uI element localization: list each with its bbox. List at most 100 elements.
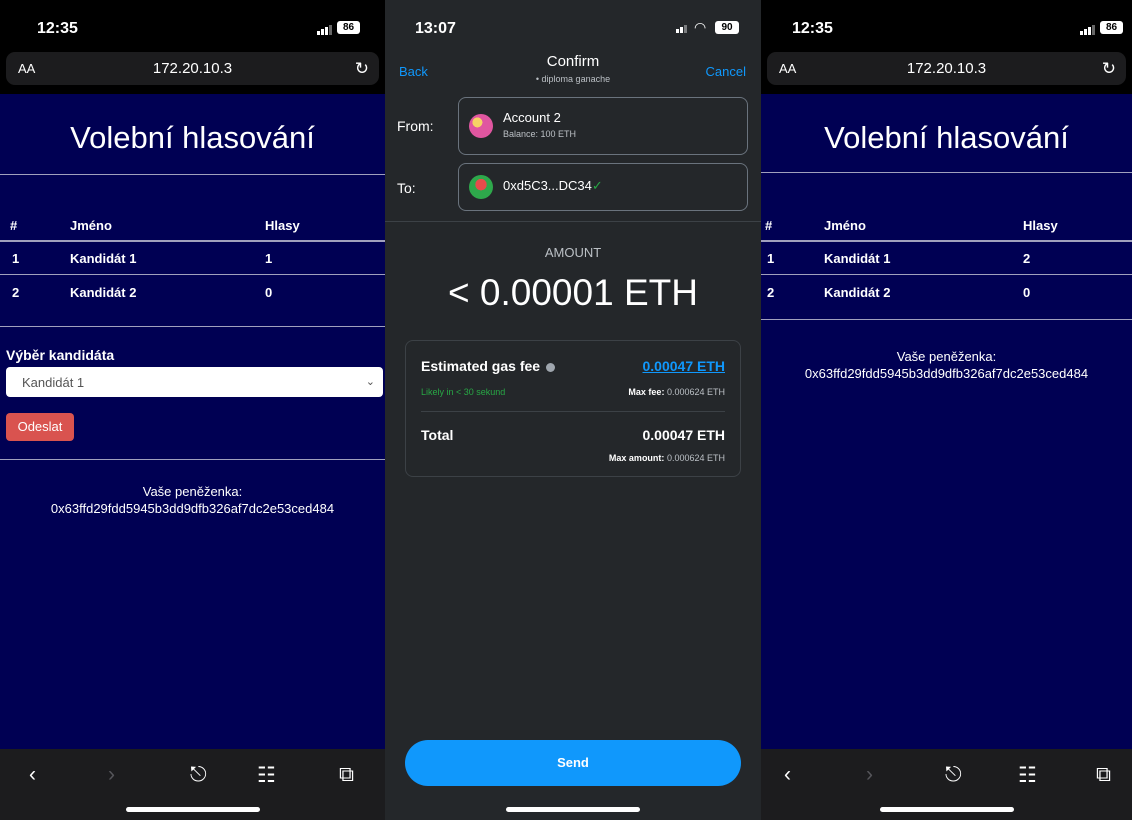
browser-toolbar: ‹ › ⎋ ☷ ⧉ — [0, 749, 385, 820]
gas-fee-title: Estimated gas fee — [421, 358, 555, 374]
wallet-label: Vaše peněženka: — [142, 484, 243, 499]
signal-icon — [317, 25, 332, 35]
wallet-address: 0x63ffd29fdd5945b3dd9dfb326af7dc2e53ced4… — [804, 366, 1089, 381]
url-text: 172.20.10.3 — [152, 60, 233, 77]
back-icon[interactable]: ‹ — [784, 763, 791, 787]
divider — [0, 274, 385, 275]
table-cell-votes: 0 — [265, 285, 273, 300]
signal-icon — [1080, 25, 1095, 35]
amount-label: AMOUNT — [544, 245, 602, 260]
table-cell-name: Kandidát 2 — [824, 285, 891, 300]
share-icon[interactable]: ⎋ — [945, 763, 962, 787]
status-bar: 12:35 86 — [0, 0, 385, 46]
max-fee: Max fee: 0.000624 ETH — [628, 387, 725, 397]
status-time: 13:07 — [415, 20, 456, 37]
to-address-card[interactable]: 0xd5C3...DC34✓ — [458, 163, 748, 211]
divider — [0, 459, 385, 460]
submit-button[interactable]: Odeslat — [6, 413, 74, 441]
right-phone-screen: 12:35 86 AA 172.20.10.3 ↻ Volební hlasov… — [761, 0, 1132, 820]
reload-icon[interactable]: ↻ — [355, 59, 369, 79]
divider — [761, 274, 1132, 275]
back-icon[interactable]: ‹ — [29, 763, 36, 787]
table-cell-number: 1 — [12, 251, 20, 266]
battery-icon: 86 — [1100, 21, 1123, 34]
forward-icon[interactable]: › — [108, 763, 115, 787]
left-phone-screen: 12:35 86 AA 172.20.10.3 ↻ Volební hlasov… — [0, 0, 385, 820]
url-field[interactable]: AA 172.20.10.3 ↻ — [767, 52, 1126, 85]
gas-fee-eta: Likely in < 30 sekund — [421, 387, 506, 397]
home-indicator — [506, 807, 640, 812]
table-header-number: # — [10, 218, 18, 233]
table-cell-votes: 2 — [1023, 251, 1031, 266]
to-label: To: — [397, 180, 416, 196]
signal-icon — [676, 25, 687, 33]
table-cell-name: Kandidát 2 — [70, 285, 137, 300]
table-cell-name: Kandidát 1 — [824, 251, 891, 266]
table-header-name: Jméno — [824, 218, 866, 233]
table-cell-number: 2 — [12, 285, 20, 300]
total-label: Total — [421, 427, 454, 443]
table-cell-number: 2 — [767, 285, 775, 300]
divider — [385, 221, 761, 222]
divider — [0, 326, 385, 327]
table-cell-votes: 0 — [1023, 285, 1031, 300]
home-indicator — [879, 807, 1014, 812]
url-field[interactable]: AA 172.20.10.3 ↻ — [6, 52, 379, 85]
account-balance: Balance: 100 ETH — [503, 129, 577, 139]
divider — [761, 172, 1132, 173]
page-title: Volební hlasování — [824, 120, 1069, 155]
verified-check-icon: ✓ — [591, 178, 603, 193]
address-bar: AA 172.20.10.3 ↻ — [0, 46, 385, 94]
table-header-votes: Hlasy — [1023, 218, 1058, 233]
reload-icon[interactable]: ↻ — [1102, 59, 1116, 79]
wallet-address: 0x63ffd29fdd5945b3dd9dfb326af7dc2e53ced4… — [50, 501, 335, 516]
from-account-card[interactable]: Account 2 Balance: 100 ETH — [458, 97, 748, 155]
battery-icon: 86 — [337, 21, 360, 34]
wallet-label: Vaše peněženka: — [896, 349, 997, 364]
wifi-icon: ◠ — [694, 19, 707, 35]
status-time: 12:35 — [792, 20, 833, 37]
send-button[interactable]: Send — [405, 740, 741, 786]
tabs-icon[interactable]: ⧉ — [1096, 763, 1111, 787]
confirm-header: Back Confirm • diploma ganache Cancel — [385, 46, 761, 96]
metamask-confirm-screen: 13:07 ◠ 90 Back Confirm • diploma ganach… — [385, 0, 761, 820]
amount-value: < 0.00001 ETH — [448, 272, 698, 313]
table-cell-name: Kandidát 1 — [70, 251, 137, 266]
bookmarks-icon[interactable]: ☷ — [257, 763, 276, 788]
table-header-name: Jméno — [70, 218, 112, 233]
candidate-select[interactable]: Kandidát 1 ⌄ — [6, 367, 383, 397]
battery-icon: 90 — [715, 21, 739, 34]
divider — [761, 319, 1132, 320]
table-header-number: # — [765, 218, 773, 233]
table-cell-number: 1 — [767, 251, 775, 266]
status-bar: 12:35 86 — [761, 0, 1132, 46]
forward-icon[interactable]: › — [866, 763, 873, 787]
home-indicator — [125, 807, 260, 812]
table-cell-votes: 1 — [265, 251, 273, 266]
account-name: Account 2 — [503, 110, 561, 125]
browser-toolbar: ‹ › ⎋ ☷ ⧉ — [761, 749, 1132, 820]
candidate-select-label: Výběr kandidáta — [6, 347, 115, 363]
bookmarks-icon[interactable]: ☷ — [1018, 763, 1037, 788]
from-label: From: — [397, 118, 434, 134]
gas-fee-value[interactable]: 0.00047 ETH — [643, 358, 726, 374]
chevron-down-icon: ⌄ — [365, 376, 375, 388]
gas-fee-card: Estimated gas fee 0.00047 ETH Likely in … — [405, 340, 741, 477]
tabs-icon[interactable]: ⧉ — [339, 763, 354, 787]
recipient-address: 0xd5C3...DC34✓ — [503, 178, 603, 193]
divider — [761, 240, 1132, 242]
page-title: Volební hlasování — [70, 120, 315, 155]
address-bar: AA 172.20.10.3 ↻ — [761, 46, 1132, 94]
url-text: 172.20.10.3 — [906, 60, 987, 77]
status-time: 12:35 — [37, 20, 78, 37]
table-header-votes: Hlasy — [265, 218, 300, 233]
recipient-avatar-icon — [469, 175, 493, 199]
total-value: 0.00047 ETH — [642, 427, 726, 443]
share-icon[interactable]: ⎋ — [190, 763, 207, 787]
account-avatar-icon — [469, 114, 493, 138]
info-icon[interactable] — [545, 362, 555, 372]
cancel-button[interactable]: Cancel — [706, 64, 746, 79]
candidate-select-value: Kandidát 1 — [22, 375, 85, 390]
status-bar: 13:07 ◠ 90 — [385, 0, 761, 46]
divider — [0, 240, 385, 242]
